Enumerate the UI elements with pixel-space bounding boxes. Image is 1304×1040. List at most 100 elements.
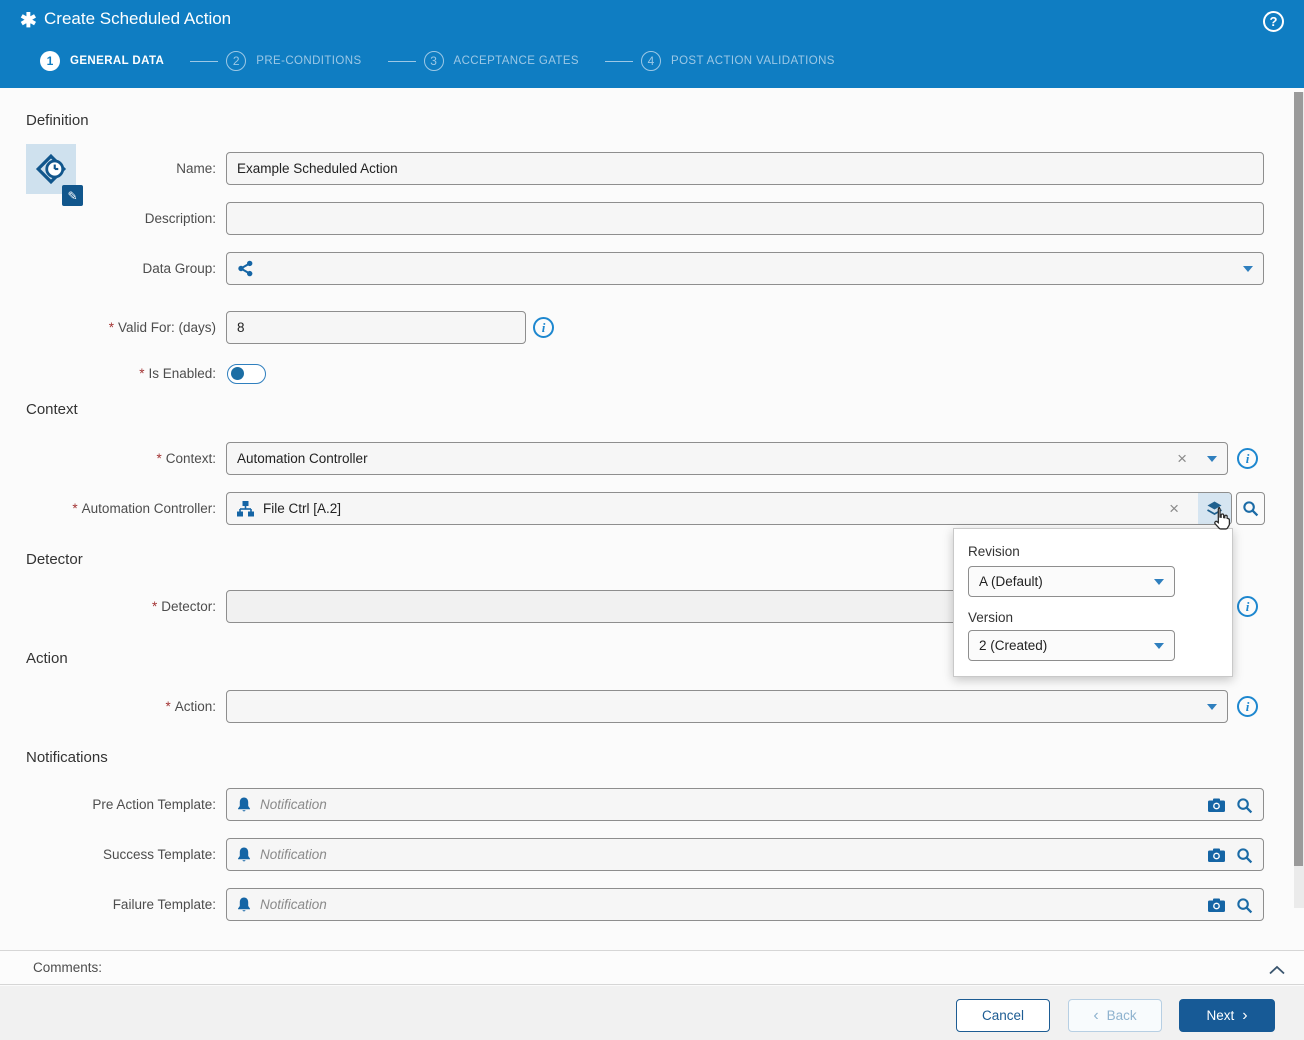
valid-for-input[interactable]: 8 xyxy=(226,311,526,344)
chevron-down-icon[interactable] xyxy=(1207,455,1217,462)
name-input[interactable]: Example Scheduled Action xyxy=(226,152,1264,185)
context-label: * Context: xyxy=(156,451,216,466)
step-post-action-validations[interactable]: 4 POST ACTION VALIDATIONS xyxy=(641,51,835,71)
create-scheduled-action-dialog: ✱ Create Scheduled Action ? 1 GENERAL DA… xyxy=(0,0,1304,1040)
step-3-circle: 3 xyxy=(423,51,444,71)
action-info-icon[interactable]: i xyxy=(1237,696,1258,717)
failure-template-label: Failure Template: xyxy=(112,897,216,912)
name-value: Example Scheduled Action xyxy=(237,161,398,176)
mouse-pointer-cursor xyxy=(1208,505,1234,538)
valid-for-label: * Valid For: (days) xyxy=(108,320,216,335)
version-label: Version xyxy=(968,610,1014,625)
search-icon xyxy=(1243,501,1259,517)
scrollbar-thumb[interactable] xyxy=(1294,92,1303,866)
revision-select[interactable]: A (Default) xyxy=(968,566,1175,597)
header: ✱ Create Scheduled Action ? 1 GENERAL DA… xyxy=(0,0,1304,88)
comments-bar[interactable]: Comments: xyxy=(0,950,1304,985)
chevron-down-icon xyxy=(1154,642,1164,649)
step-3-label: ACCEPTANCE GATES xyxy=(453,55,579,67)
required-marker: * xyxy=(156,451,162,466)
version-select[interactable]: 2 (Created) xyxy=(968,630,1175,661)
required-marker: * xyxy=(151,599,158,614)
bell-icon xyxy=(237,797,251,813)
search-icon[interactable] xyxy=(1236,847,1253,867)
clear-icon[interactable]: × xyxy=(1169,500,1179,517)
step-4-label: POST ACTION VALIDATIONS xyxy=(671,55,835,67)
step-1-label: GENERAL DATA xyxy=(70,55,165,67)
detector-label: * Detector: xyxy=(151,599,216,614)
failure-template-placeholder: Notification xyxy=(260,897,327,912)
chevron-up-icon[interactable] xyxy=(1268,962,1286,980)
step-connector xyxy=(387,60,416,62)
step-4-circle: 4 xyxy=(641,51,661,71)
description-input[interactable] xyxy=(226,202,1264,235)
chevron-down-icon[interactable] xyxy=(1243,265,1253,272)
step-general-data[interactable]: 1 GENERAL DATA xyxy=(40,51,164,71)
back-label: Back xyxy=(1106,1008,1137,1023)
step-1-circle: 1 xyxy=(40,51,60,71)
data-group-select[interactable] xyxy=(226,252,1264,285)
sitemap-icon xyxy=(237,500,254,517)
success-template-input[interactable]: Notification xyxy=(226,838,1264,871)
chevron-right-icon: › xyxy=(1242,1006,1248,1024)
step-connector xyxy=(190,60,219,62)
success-template-placeholder: Notification xyxy=(260,847,327,862)
step-pre-conditions[interactable]: 2 PRE-CONDITIONS xyxy=(226,51,361,71)
next-label: Next xyxy=(1206,1008,1235,1023)
cancel-button[interactable]: Cancel xyxy=(956,999,1050,1032)
required-marker: * xyxy=(72,501,78,516)
bell-icon xyxy=(237,847,251,863)
camera-icon[interactable] xyxy=(1208,898,1225,915)
action-select[interactable] xyxy=(226,690,1228,723)
automation-controller-search-button[interactable] xyxy=(1236,492,1265,525)
next-button[interactable]: Next › xyxy=(1179,999,1275,1032)
required-marker: * xyxy=(165,699,171,714)
context-value: Automation Controller xyxy=(237,451,368,466)
camera-icon[interactable] xyxy=(1208,848,1225,865)
back-button[interactable]: ‹ Back xyxy=(1068,999,1162,1032)
pre-action-template-placeholder: Notification xyxy=(260,797,327,812)
chevron-left-icon: ‹ xyxy=(1093,1006,1099,1024)
description-label: Description: xyxy=(144,211,216,226)
detector-info-icon[interactable]: i xyxy=(1237,596,1258,617)
bell-icon xyxy=(237,897,251,913)
comments-label: Comments: xyxy=(33,960,103,975)
context-heading: Context xyxy=(26,401,78,418)
camera-icon[interactable] xyxy=(1208,798,1225,815)
wizard-steps: 1 GENERAL DATA 2 PRE-CONDITIONS 3 ACCEPT… xyxy=(40,51,835,71)
required-marker: * xyxy=(139,366,145,381)
data-group-label: Data Group: xyxy=(142,261,216,276)
chevron-down-icon[interactable] xyxy=(1207,703,1217,710)
valid-for-info-icon[interactable]: i xyxy=(533,317,554,338)
help-icon[interactable]: ? xyxy=(1263,11,1284,32)
edit-pencil-icon: ✎ xyxy=(67,188,78,203)
automation-controller-label: * Automation Controller: xyxy=(72,501,216,516)
step-connector xyxy=(605,60,633,62)
cancel-label: Cancel xyxy=(981,1008,1025,1023)
step-acceptance-gates[interactable]: 3 ACCEPTANCE GATES xyxy=(423,51,579,71)
success-template-label: Success Template: xyxy=(102,847,216,862)
search-icon[interactable] xyxy=(1236,897,1253,917)
valid-for-value: 8 xyxy=(237,320,245,335)
name-label: Name: xyxy=(176,161,216,176)
scrollbar-track[interactable] xyxy=(1294,92,1304,908)
pre-action-template-input[interactable]: Notification xyxy=(226,788,1264,821)
automation-controller-field[interactable]: File Ctrl [A.2] × xyxy=(226,492,1232,525)
step-2-circle: 2 xyxy=(226,51,247,71)
context-info-icon[interactable]: i xyxy=(1237,448,1258,469)
version-value: 2 (Created) xyxy=(979,638,1048,653)
automation-controller-value: File Ctrl [A.2] xyxy=(263,501,342,516)
chevron-down-icon xyxy=(1154,578,1164,585)
is-enabled-toggle[interactable] xyxy=(227,364,266,384)
definition-heading: Definition xyxy=(26,112,89,129)
action-heading: Action xyxy=(26,650,68,667)
dialog-title: Create Scheduled Action xyxy=(44,9,232,28)
is-enabled-label: * Is Enabled: xyxy=(139,366,216,381)
step-2-label: PRE-CONDITIONS xyxy=(256,55,362,67)
search-icon[interactable] xyxy=(1236,797,1253,817)
failure-template-input[interactable]: Notification xyxy=(226,888,1264,921)
context-select[interactable]: Automation Controller × xyxy=(226,442,1228,475)
clear-icon[interactable]: × xyxy=(1177,450,1187,467)
footer: Cancel ‹ Back Next › xyxy=(0,986,1304,1040)
toggle-knob xyxy=(231,367,244,380)
